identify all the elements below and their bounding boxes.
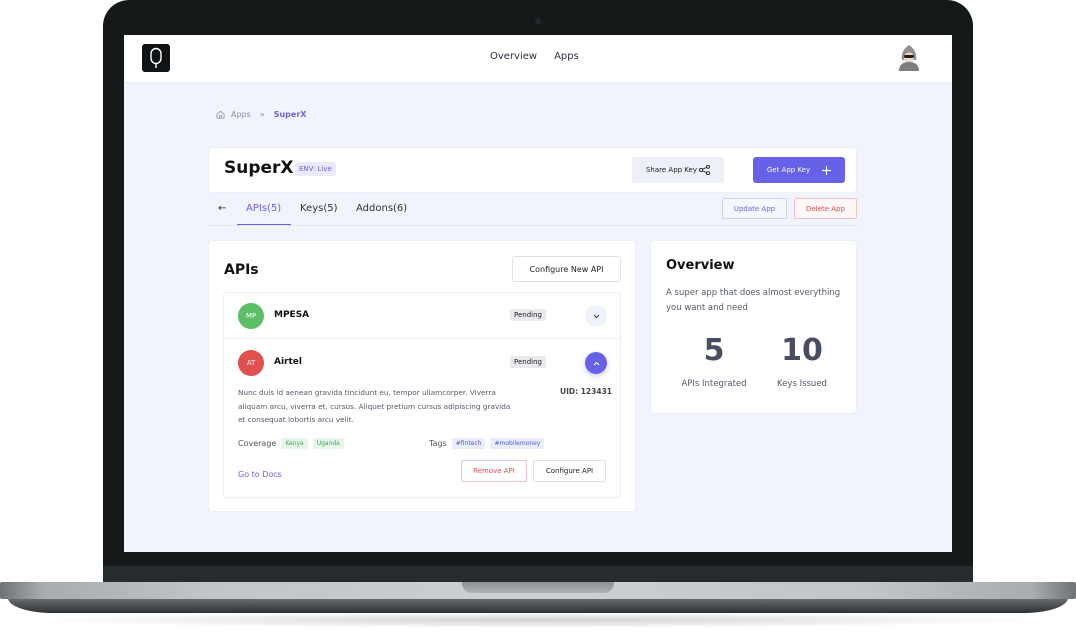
chevron-down-icon [593,314,599,318]
app-screen: Overview Apps Apps » SuperX SuperX ENV: … [124,35,952,552]
get-app-key-label: Get App Key [766,166,811,174]
status-badge: Pending [510,356,546,368]
laptop-mockup: Overview Apps Apps » SuperX SuperX ENV: … [0,0,1076,640]
tab-keys[interactable]: Keys(5) [300,203,338,214]
apis-title: APIs [224,262,259,278]
breadcrumb-apps[interactable]: Apps [231,110,251,119]
delete-app-button[interactable]: Delete App [794,198,857,219]
api-name-mpesa: MPESA [274,310,310,320]
collapse-airtel-button[interactable] [585,352,607,374]
api-avatar-mpesa: MP [238,303,264,329]
configure-api-button[interactable]: Configure API [533,460,606,482]
plus-icon [822,165,832,175]
user-avatar[interactable] [898,44,920,72]
nav-overview[interactable]: Overview [490,51,537,62]
chevron-up-icon [593,361,599,365]
share-app-key-button[interactable]: Share App Key [632,157,724,183]
tags-row: Tags #fintech #mobilemoney [429,438,545,449]
api-item-airtel[interactable]: AT Airtel Pending [224,340,620,386]
coverage-chip: Uganda [312,438,344,449]
stat-apis-integrated: 5 APIs Integrated [679,333,749,389]
go-to-docs-link[interactable]: Go to Docs [238,470,282,479]
api-uid: UID: 123431 [560,387,613,396]
main-nav: Overview Apps [490,51,579,62]
laptop-shadow [30,612,1046,628]
overview-title: Overview [666,258,735,273]
expand-mpesa-button[interactable] [585,305,607,327]
tab-bar: ← APIs(5) Keys(5) Addons(6) Update App D… [208,193,857,226]
tags-label: Tags [429,439,447,448]
stat-value: 5 [703,333,725,368]
coverage-label: Coverage [238,439,277,448]
nav-apps[interactable]: Apps [554,51,579,62]
tab-addons[interactable]: Addons(6) [356,203,407,214]
app-header-card: SuperX ENV: Live Share App Key Get App K… [208,147,857,193]
api-item-mpesa[interactable]: MP MPESA Pending [224,293,620,339]
tab-apis[interactable]: APIs(5) [246,203,281,214]
camera-icon [535,18,541,24]
back-arrow-icon[interactable]: ← [218,203,226,214]
coverage-row: Coverage Kenya Uganda [238,438,344,449]
stat-label: Keys Issued [777,379,827,389]
home-icon [216,110,225,119]
share-icon [699,165,710,175]
coverage-chip: Kenya [281,438,308,449]
share-app-key-label: Share App Key [645,166,698,174]
stat-value: 10 [781,333,823,368]
breadcrumb-current: SuperX [273,110,307,119]
top-navbar: Overview Apps [124,35,952,82]
apis-card: APIs Configure New API MP MPESA Pending … [208,240,636,512]
update-app-button[interactable]: Update App [722,198,787,219]
overview-card: Overview A super app that does almost ev… [650,240,857,414]
stat-label: APIs Integrated [681,379,747,389]
configure-new-api-button[interactable]: Configure New API [512,256,621,282]
active-tab-indicator [237,224,291,225]
tag-chip[interactable]: #mobilemoney [490,438,545,449]
breadcrumb: Apps » SuperX [216,110,306,119]
overview-description: A super app that does almost everything … [666,288,841,313]
env-badge: ENV: Live [295,162,336,176]
status-badge: Pending [510,309,546,321]
remove-api-button[interactable]: Remove API [461,460,527,482]
breadcrumb-separator: » [259,110,265,119]
logo-icon[interactable] [142,44,170,72]
app-title: SuperX [224,158,294,178]
api-list: MP MPESA Pending AT Airtel Pending Nunc … [223,292,621,498]
get-app-key-button[interactable]: Get App Key [753,157,845,183]
tag-chip[interactable]: #fintech [451,438,486,449]
api-name-airtel: Airtel [274,357,302,367]
stat-keys-issued: 10 Keys Issued [769,333,835,389]
laptop-notch [462,582,614,593]
laptop-base-bottom [8,598,1068,613]
api-avatar-airtel: AT [238,350,264,376]
api-description: Nunc duis id aenean gravida tincidunt eu… [238,388,511,424]
